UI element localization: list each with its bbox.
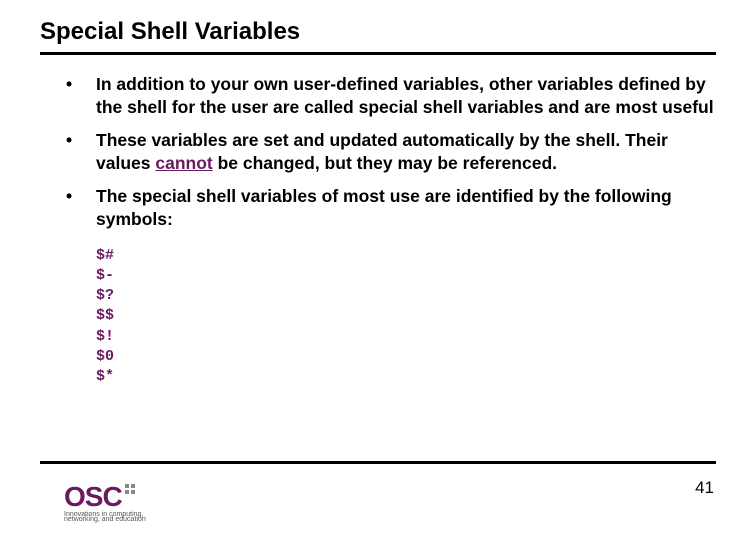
emphasis-cannot: cannot bbox=[155, 153, 212, 173]
osc-logo: OSC Innovations in computing, networking… bbox=[64, 481, 146, 524]
symbol: $! bbox=[96, 327, 716, 347]
symbol: $* bbox=[96, 367, 716, 387]
logo-dots-icon bbox=[125, 484, 135, 494]
footer-divider bbox=[40, 461, 716, 464]
symbol: $$ bbox=[96, 306, 716, 326]
title-divider bbox=[40, 52, 716, 55]
slide-title: Special Shell Variables bbox=[40, 18, 716, 46]
bullet-item: In addition to your own user-defined var… bbox=[66, 73, 716, 119]
symbol: $? bbox=[96, 286, 716, 306]
bullet-text: The special shell variables of most use … bbox=[96, 186, 672, 229]
symbol: $# bbox=[96, 246, 716, 266]
bullet-text: In addition to your own user-defined var… bbox=[96, 74, 714, 117]
symbol: $0 bbox=[96, 347, 716, 367]
logo-main: OSC bbox=[64, 481, 135, 513]
symbol-list: $# $- $? $$ $! $0 $* bbox=[40, 246, 716, 388]
symbol: $- bbox=[96, 266, 716, 286]
bullet-item: The special shell variables of most use … bbox=[66, 185, 716, 231]
logo-tagline-2: networking, and education bbox=[64, 516, 146, 524]
bullet-item: These variables are set and updated auto… bbox=[66, 129, 716, 175]
bullet-list: In addition to your own user-defined var… bbox=[40, 73, 716, 232]
logo-text: OSC bbox=[64, 481, 122, 513]
bullet-text-post: be changed, but they may be referenced. bbox=[213, 153, 557, 173]
page-number: 41 bbox=[695, 478, 714, 498]
